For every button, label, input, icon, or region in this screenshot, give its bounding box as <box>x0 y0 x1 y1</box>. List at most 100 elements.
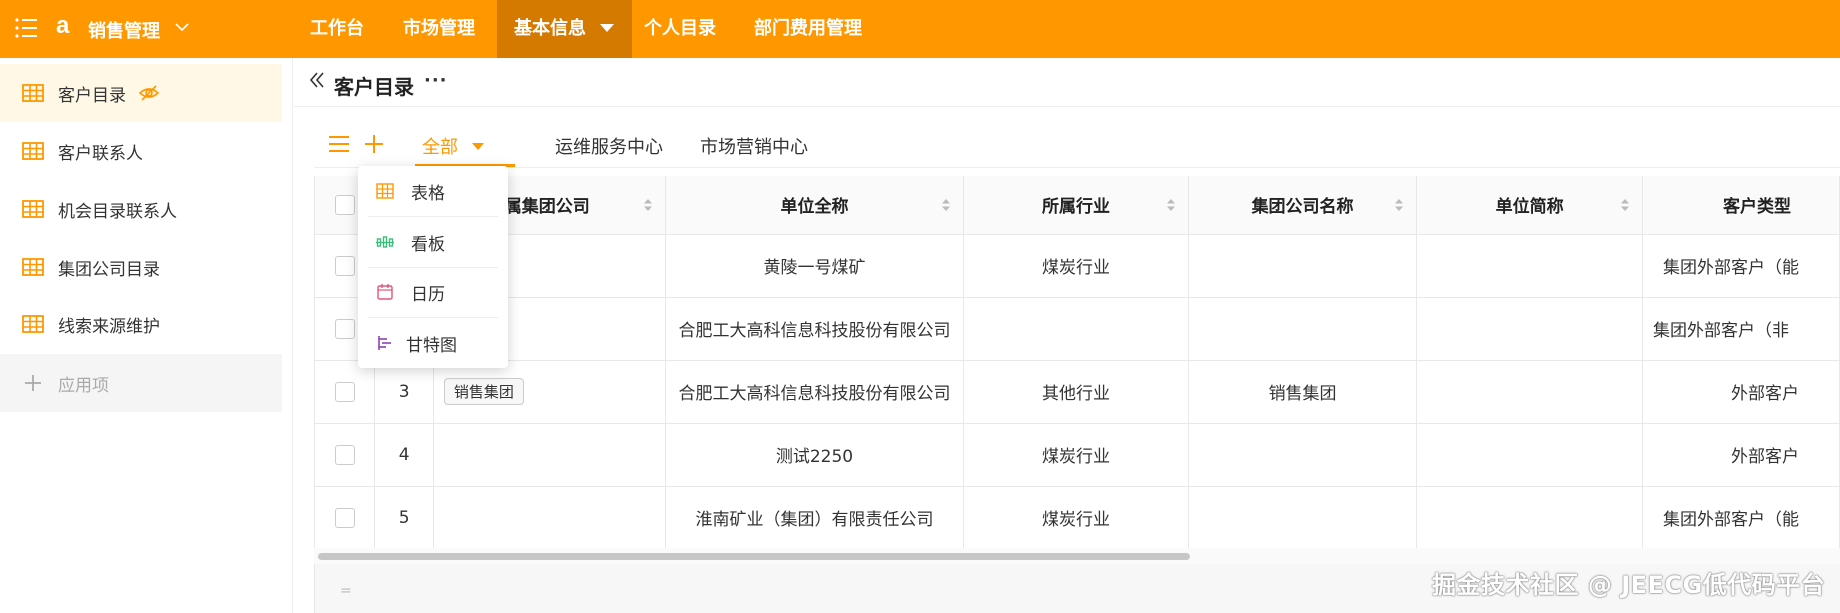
column-header[interactable]: 客户类型 <box>1642 176 1840 235</box>
group-tag: 销售集团 <box>443 378 524 405</box>
nav-item-dept-expense[interactable]: 部门费用管理 <box>754 0 862 58</box>
eye-hidden-icon[interactable] <box>138 84 160 102</box>
tab-marketing-center[interactable]: 市场营销中心 <box>700 133 808 159</box>
tab-all[interactable]: 全部 <box>422 133 484 159</box>
industry-cell: 煤炭行业 <box>963 234 1189 298</box>
menu-list-icon[interactable] <box>14 17 38 39</box>
short-name-cell <box>1416 360 1644 424</box>
horizontal-scrollbar-thumb[interactable] <box>318 553 1190 560</box>
view-type-dropdown: 表格 看板 日历 甘特图 <box>358 166 508 368</box>
table-row[interactable]: 3 销售集团 合肥工大高科信息科技股份有限公司 其他行业 销售集团 外部客户 <box>315 360 1840 424</box>
data-table: 所属集团公司 单位全称 所属行业 集团公司名称 单位简称 客户类型 1 黄陵一号… <box>314 176 1840 548</box>
row-select-cell <box>315 423 376 487</box>
industry-cell <box>963 297 1189 361</box>
industry-cell: 煤炭行业 <box>963 423 1189 487</box>
table-header-row: 所属集团公司 单位全称 所属行业 集团公司名称 单位简称 客户类型 <box>315 176 1840 235</box>
table-grid-icon <box>22 84 44 102</box>
menu-item-gantt[interactable]: 甘特图 <box>358 318 508 368</box>
nav-item-label: 基本信息 <box>514 18 586 39</box>
menu-item-calendar[interactable]: 日历 <box>358 267 508 317</box>
column-header[interactable]: 单位全称 <box>665 176 965 235</box>
sort-icon[interactable] <box>1394 198 1404 212</box>
app-name[interactable]: 销售管理 <box>88 17 160 43</box>
row-checkbox[interactable] <box>334 507 355 528</box>
customer-type-cell: 外部客户 <box>1642 360 1840 424</box>
sidebar-item-label: 线索来源维护 <box>58 316 160 337</box>
add-app-item-button[interactable]: 应用项 <box>0 354 282 412</box>
customer-table: 所属集团公司 单位全称 所属行业 集团公司名称 单位简称 客户类型 1 黄陵一号… <box>315 176 1840 548</box>
table-row[interactable]: 2 合肥工大高科信息科技股份有限公司 集团外部客户（非 <box>315 297 1840 361</box>
collapse-double-chevron-icon[interactable] <box>307 70 327 90</box>
list-icon[interactable] <box>328 134 350 154</box>
group-name-cell <box>1188 297 1418 361</box>
row-checkbox[interactable] <box>334 381 355 402</box>
row-number: 5 <box>374 486 434 548</box>
chevron-down-icon[interactable] <box>174 19 190 35</box>
menu-item-label: 表格 <box>411 183 445 204</box>
sort-icon[interactable] <box>1166 198 1176 212</box>
short-name-cell <box>1416 297 1644 361</box>
column-header[interactable]: 单位简称 <box>1416 176 1644 235</box>
watermark: 掘金技术社区 @ JEECG低代码平台 <box>1432 571 1826 599</box>
row-checkbox[interactable] <box>334 255 355 276</box>
sidebar-item-opportunity-contacts[interactable]: 机会目录联系人 <box>0 180 282 238</box>
select-all-checkbox[interactable] <box>334 194 355 215</box>
footer-mark: = <box>340 583 352 599</box>
sidebar-item-label: 客户目录 <box>58 85 126 106</box>
column-header-label: 单位简称 <box>1495 197 1564 218</box>
sidebar-item-customer-directory[interactable]: 客户目录 <box>0 64 282 122</box>
add-view-plus-icon[interactable] <box>364 134 384 154</box>
row-select-cell <box>315 486 376 548</box>
sidebar-item-label: 集团公司目录 <box>58 259 160 280</box>
kanban-icon <box>376 236 394 248</box>
row-number: 3 <box>374 360 434 424</box>
more-options-icon[interactable]: ··· <box>424 70 448 91</box>
table-icon <box>376 183 394 199</box>
gantt-icon <box>378 336 391 350</box>
table-grid-icon <box>22 142 44 160</box>
table-row[interactable]: 4 测试2250 煤炭行业 外部客户 <box>315 423 1840 487</box>
top-nav-bar: a 销售管理 工作台 市场管理 基本信息 个人目录 部门费用管理 <box>0 0 1840 58</box>
nav-item-personal[interactable]: 个人目录 <box>644 0 716 58</box>
nav-item-market[interactable]: 市场管理 <box>403 0 475 58</box>
divider <box>294 106 1840 107</box>
column-header[interactable]: 集团公司名称 <box>1188 176 1418 235</box>
group-cell <box>433 486 666 548</box>
table-row[interactable]: 5 淮南矿业（集团）有限责任公司 煤炭行业 集团外部客户（能 <box>315 486 1840 548</box>
sort-icon[interactable] <box>1620 198 1630 212</box>
sidebar-item-customer-contacts[interactable]: 客户联系人 <box>0 122 282 180</box>
menu-item-kanban[interactable]: 看板 <box>358 217 508 267</box>
short-name-cell <box>1416 423 1644 487</box>
row-checkbox[interactable] <box>334 444 355 465</box>
nav-item-workbench[interactable]: 工作台 <box>310 0 364 58</box>
sidebar-item-lead-source[interactable]: 线索来源维护 <box>0 295 282 353</box>
menu-item-table[interactable]: 表格 <box>358 166 508 216</box>
caret-down-icon <box>600 23 614 32</box>
sidebar-item-group-directory[interactable]: 集团公司目录 <box>0 238 282 296</box>
group-name-cell <box>1188 486 1418 548</box>
customer-type-cell: 集团外部客户（能 <box>1642 234 1840 298</box>
table-grid-icon <box>22 258 44 276</box>
tab-ops-service-center[interactable]: 运维服务中心 <box>555 133 663 159</box>
sort-icon[interactable] <box>941 198 951 212</box>
table-row[interactable]: 1 黄陵一号煤矿 煤炭行业 集团外部客户（能 <box>315 234 1840 298</box>
menu-item-label: 看板 <box>411 234 445 255</box>
table-grid-icon <box>22 315 44 333</box>
short-name-cell <box>1416 234 1644 298</box>
nav-item-basic-info[interactable]: 基本信息 <box>497 0 632 58</box>
page-title: 客户目录 <box>334 75 414 99</box>
industry-cell: 煤炭行业 <box>963 486 1189 548</box>
calendar-icon <box>377 284 393 300</box>
menu-item-label: 甘特图 <box>406 335 457 356</box>
group-name-cell: 销售集团 <box>1188 360 1418 424</box>
column-header-label: 客户类型 <box>1723 197 1792 218</box>
table-grid-icon <box>22 200 44 218</box>
sort-icon[interactable] <box>643 198 653 212</box>
row-number: 4 <box>374 423 434 487</box>
amazon-logo-icon: a <box>56 12 70 39</box>
group-cell: 销售集团 <box>433 360 666 424</box>
row-checkbox[interactable] <box>334 318 355 339</box>
row-select-cell <box>315 360 376 424</box>
column-header-label: 所属行业 <box>1041 197 1110 218</box>
column-header[interactable]: 所属行业 <box>963 176 1189 235</box>
